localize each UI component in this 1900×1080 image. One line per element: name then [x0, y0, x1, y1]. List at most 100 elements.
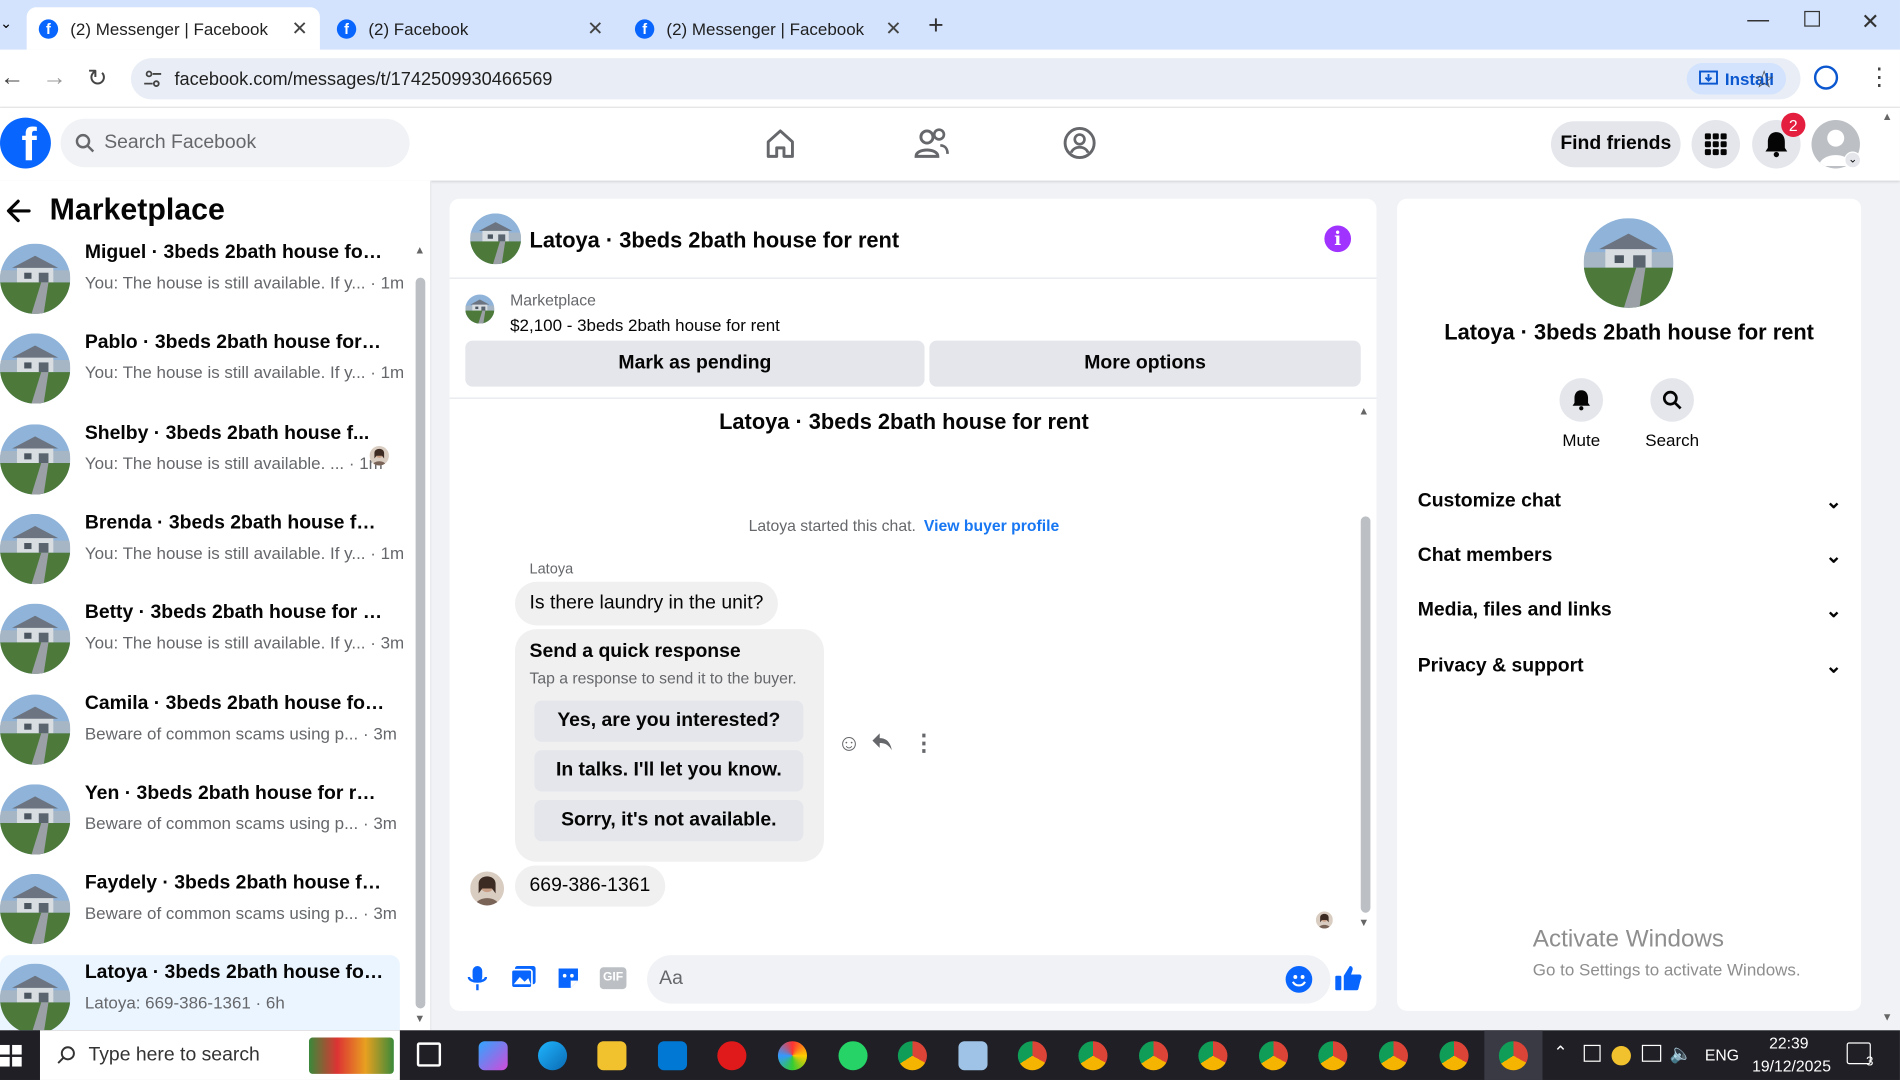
chat-avatar[interactable]: [470, 213, 522, 265]
chrome-browser-icon[interactable]: [897, 1041, 927, 1071]
notifications-button[interactable]: 2: [1752, 112, 1806, 169]
chrome-browser-icon[interactable]: [1258, 1041, 1289, 1071]
chrome-browser-icon[interactable]: [1318, 1041, 1348, 1071]
info-avatar[interactable]: [1583, 218, 1674, 308]
edge-browser-icon[interactable]: [537, 1041, 568, 1071]
home-icon[interactable]: [763, 126, 797, 160]
close-tab-icon[interactable]: ✕: [292, 16, 308, 40]
sticker-icon[interactable]: [555, 965, 582, 992]
media-files-links-section[interactable]: Media, files and links ⌄: [1418, 596, 1842, 625]
photo-icon[interactable]: [510, 965, 537, 989]
privacy-support-section[interactable]: Privacy & support ⌄: [1418, 652, 1842, 681]
copilot-icon[interactable]: [478, 1041, 508, 1071]
facebook-search-input[interactable]: Search Facebook: [60, 118, 410, 168]
scroll-up-icon[interactable]: ▲: [414, 244, 425, 256]
page-scroll-down-icon[interactable]: ▼: [1882, 1011, 1893, 1023]
emoji-icon[interactable]: [1285, 966, 1313, 993]
conversation-item[interactable]: Miguel · 3beds 2bath house for ... You: T…: [0, 235, 404, 325]
tab-list-dropdown-icon[interactable]: ⌄: [0, 15, 12, 32]
device-icon[interactable]: [1583, 1044, 1601, 1062]
sender-avatar[interactable]: [470, 871, 505, 906]
restore-window-icon[interactable]: [1804, 10, 1820, 27]
reload-icon[interactable]: ↻: [87, 63, 107, 93]
chat-members-section[interactable]: Chat members ⌄: [1418, 542, 1842, 571]
quick-response-option[interactable]: Sorry, it's not available.: [534, 799, 804, 842]
microsoft-store-icon[interactable]: [657, 1041, 688, 1071]
react-emoji-icon[interactable]: ☺: [837, 731, 861, 758]
profile-icon[interactable]: [1813, 65, 1839, 90]
new-tab-icon[interactable]: +: [928, 10, 944, 42]
mute-action[interactable]: Mute: [1557, 378, 1605, 450]
browser-tab[interactable]: f (2) Messenger | Facebook ✕: [26, 7, 320, 50]
listing-thumbnail[interactable]: [465, 294, 495, 324]
minimize-window-icon[interactable]: —: [1747, 7, 1769, 32]
gif-icon[interactable]: GIF: [599, 967, 627, 990]
bookmark-star-icon[interactable]: ☆: [1753, 64, 1775, 94]
opera-browser-icon[interactable]: [717, 1041, 747, 1071]
scroll-down-icon[interactable]: ▼: [414, 1012, 425, 1024]
page-scroll-up-icon[interactable]: ▲: [1882, 110, 1893, 122]
conversation-item[interactable]: Betty · 3beds 2bath house for rent You: T…: [0, 595, 404, 685]
more-options-button[interactable]: More options: [929, 340, 1361, 387]
conversation-item[interactable]: Yen · 3beds 2bath house for rent Beware o…: [0, 775, 400, 865]
close-tab-icon[interactable]: ✕: [885, 16, 901, 40]
scroll-down-icon[interactable]: ▼: [1358, 916, 1369, 928]
thread-scrollbar[interactable]: [1360, 516, 1371, 913]
taskbar-search-input[interactable]: Type here to search: [39, 1030, 400, 1080]
scroll-up-icon[interactable]: ▲: [1358, 405, 1369, 417]
quick-response-option[interactable]: Yes, are you interested?: [534, 700, 804, 742]
whatsapp-icon[interactable]: [838, 1041, 868, 1071]
forward-icon[interactable]: →: [42, 64, 66, 92]
chrome-browser-icon[interactable]: [1017, 1041, 1047, 1071]
conversation-item[interactable]: Faydely · 3beds 2bath house for ... Bewar…: [0, 866, 400, 956]
clock-date[interactable]: 19/12/2025: [1752, 1057, 1831, 1075]
back-icon[interactable]: ←: [0, 64, 24, 92]
notepad-icon[interactable]: [958, 1041, 988, 1071]
info-icon[interactable]: i: [1324, 225, 1352, 253]
message-input[interactable]: Aa: [647, 955, 1331, 1004]
reply-icon[interactable]: [871, 732, 893, 751]
mark-as-pending-button[interactable]: Mark as pending: [465, 340, 925, 387]
browser-menu-icon[interactable]: ⋮: [1867, 62, 1891, 92]
browser-tab[interactable]: f (2) Facebook ✕: [325, 7, 616, 49]
task-view-icon[interactable]: [416, 1042, 442, 1067]
find-friends-button[interactable]: Find friends: [1550, 121, 1681, 168]
chrome-browser-icon[interactable]: [1439, 1041, 1469, 1071]
conversation-item[interactable]: Latoya · 3beds 2bath house for r... Latoy…: [0, 955, 400, 1031]
conversation-item[interactable]: Camila · 3beds 2bath house for r... Bewar…: [0, 685, 400, 775]
conversation-item[interactable]: Shelby · 3beds 2bath house f... You: The …: [0, 415, 400, 505]
message-bubble[interactable]: 669-386-1361: [514, 865, 665, 907]
volume-icon[interactable]: 🔈: [1670, 1042, 1693, 1065]
listing-summary[interactable]: $2,100 - 3beds 2bath house for rent: [510, 315, 780, 334]
conversation-item[interactable]: Pablo · 3beds 2bath house for re... You: …: [0, 325, 404, 415]
app-tray-icon[interactable]: [1611, 1046, 1631, 1066]
quick-response-option[interactable]: In talks. I'll let you know.: [534, 750, 804, 792]
address-bar[interactable]: facebook.com/messages/t/1742509930466569…: [130, 58, 1801, 100]
chat-title[interactable]: Latoya · 3beds 2bath house for rent: [530, 228, 900, 253]
chrome-browser-icon[interactable]: [1378, 1041, 1408, 1071]
groups-icon[interactable]: [1063, 126, 1097, 160]
microphone-icon[interactable]: [467, 965, 489, 992]
browser-tab[interactable]: f (2) Messenger | Facebook ✕: [623, 7, 914, 49]
file-explorer-icon[interactable]: [597, 1041, 627, 1071]
back-arrow-icon[interactable]: [5, 198, 32, 225]
message-bubble[interactable]: Is there laundry in the unit?: [514, 581, 778, 626]
conversation-item[interactable]: Brenda · 3beds 2bath house for ... You: T…: [0, 505, 404, 595]
close-window-icon[interactable]: ✕: [1861, 10, 1879, 35]
facebook-logo-icon[interactable]: f: [0, 117, 51, 169]
sidebar-scrollbar[interactable]: [415, 277, 426, 1009]
like-thumbs-up-icon[interactable]: [1334, 964, 1363, 993]
colorful-app-icon[interactable]: [777, 1041, 807, 1071]
close-tab-icon[interactable]: ✕: [587, 16, 603, 40]
search-action[interactable]: Search: [1645, 378, 1699, 450]
more-actions-icon[interactable]: ⋮: [912, 730, 935, 758]
customize-chat-section[interactable]: Customize chat ⌄: [1418, 487, 1842, 516]
language-indicator[interactable]: ENG: [1705, 1046, 1739, 1064]
network-icon[interactable]: [1641, 1044, 1662, 1062]
windows-start-icon[interactable]: [0, 1044, 22, 1067]
view-buyer-profile-link[interactable]: View buyer profile: [924, 516, 1059, 534]
clock-time[interactable]: 22:39: [1769, 1034, 1808, 1052]
account-chevron-icon[interactable]: ⌄: [1844, 151, 1862, 169]
show-hidden-icons-icon[interactable]: ⌃: [1553, 1042, 1567, 1063]
friends-icon[interactable]: [914, 126, 950, 160]
